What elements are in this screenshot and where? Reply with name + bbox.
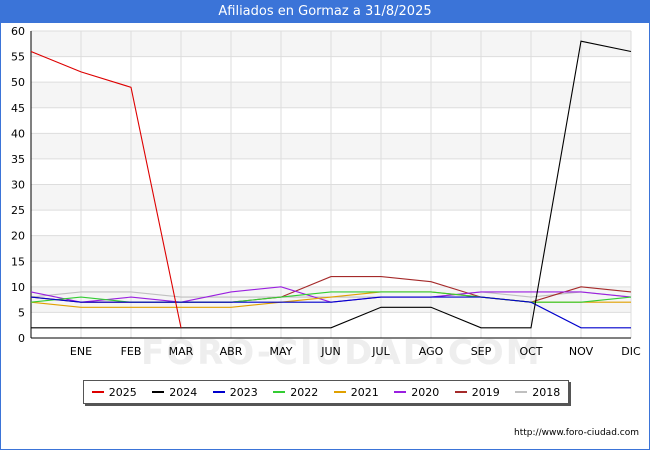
y-tick-label: 55 [11, 51, 25, 64]
legend-swatch [152, 391, 165, 393]
legend-item-2020: 2020 [394, 386, 439, 399]
y-tick-label: 35 [11, 153, 25, 166]
legend-item-2018: 2018 [515, 386, 560, 399]
x-tick-label: AGO [419, 345, 444, 358]
chart-legend: 2025 2024 2023 2022 2021 2020 2019 2018 [83, 380, 569, 404]
legend-label: 2021 [350, 385, 379, 399]
y-tick-label: 50 [11, 76, 25, 89]
legend-item-2023: 2023 [212, 385, 258, 399]
y-tick-label: 40 [11, 127, 25, 140]
y-tick-label: 30 [11, 179, 25, 192]
x-tick-label: ABR [220, 345, 243, 358]
y-tick-label: 15 [11, 255, 25, 268]
legend-swatch [394, 391, 407, 393]
source-url: http://www.foro-ciudad.com [514, 428, 639, 438]
y-tick-label: 10 [11, 281, 25, 294]
x-tick-label: DIC [621, 345, 641, 358]
y-tick-label: 20 [11, 230, 25, 243]
legend-swatch [454, 391, 467, 393]
legend-item-2024: 2024 [152, 386, 197, 399]
x-tick-label: JUN [320, 345, 341, 358]
legend-label: 2018 [532, 385, 561, 399]
x-tick-label: MAR [169, 345, 194, 358]
legend-label: 2022 [290, 385, 319, 399]
chart-frame: Afiliados en Gormaz a 31/8/2025 FORO-CIU… [0, 0, 650, 450]
y-tick-label: 5 [18, 306, 25, 319]
legend-label: 2023 [229, 385, 258, 399]
legend-item-2019: 2019 [454, 385, 500, 399]
x-tick-label: OCT [519, 345, 542, 358]
x-tick-label: SEP [471, 345, 492, 358]
legend-swatch [91, 391, 104, 393]
legend-item-2021: 2021 [333, 385, 379, 399]
y-tick-label: 0 [18, 332, 25, 345]
y-tick-label: 45 [11, 102, 25, 115]
x-tick-label: FEB [121, 345, 142, 358]
legend-label: 2025 [108, 385, 137, 399]
legend-swatch [515, 391, 528, 393]
legend-swatch [273, 391, 286, 393]
legend-swatch [212, 391, 225, 393]
legend-label: 2019 [471, 385, 500, 399]
legend-label: 2020 [411, 385, 440, 399]
x-tick-label: ENE [70, 345, 92, 358]
legend-label: 2024 [169, 385, 198, 399]
y-tick-label: 60 [11, 25, 25, 38]
y-tick-label: 25 [11, 204, 25, 217]
x-tick-label: NOV [569, 345, 594, 358]
legend-swatch [333, 391, 346, 393]
legend-item-2025: 2025 [91, 385, 137, 399]
x-tick-label: JUL [371, 345, 390, 358]
x-tick-label: MAY [270, 345, 293, 358]
legend-item-2022: 2022 [273, 386, 318, 399]
